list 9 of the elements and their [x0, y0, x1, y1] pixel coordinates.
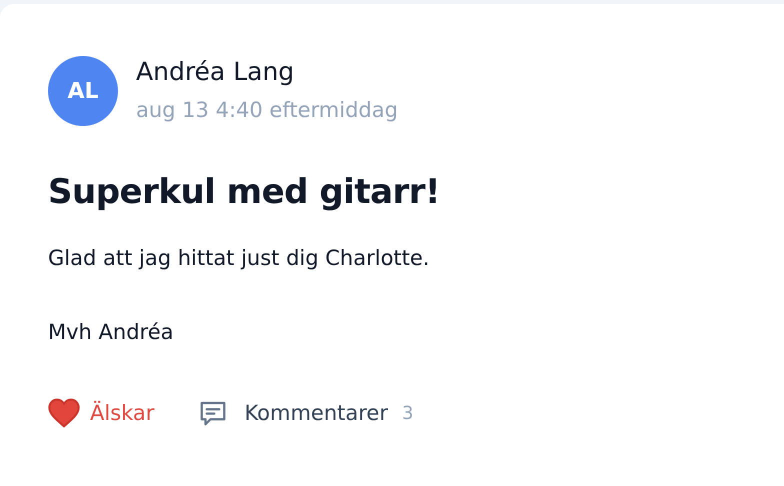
- post-paragraph: Glad att jag hittat just dig Charlotte.: [48, 245, 430, 272]
- post-title: Superkul med gitarr!: [48, 171, 442, 214]
- avatar: AL: [48, 56, 118, 126]
- love-button[interactable]: Älskar: [48, 398, 154, 428]
- post-paragraph: Mvh Andréa: [48, 319, 174, 346]
- author-name: Andréa Lang: [136, 56, 296, 88]
- post-time: aug 13 4:40 eftermiddag: [136, 97, 398, 124]
- heart-icon: [48, 398, 80, 428]
- comments-button[interactable]: Kommentarer 3: [198, 398, 414, 428]
